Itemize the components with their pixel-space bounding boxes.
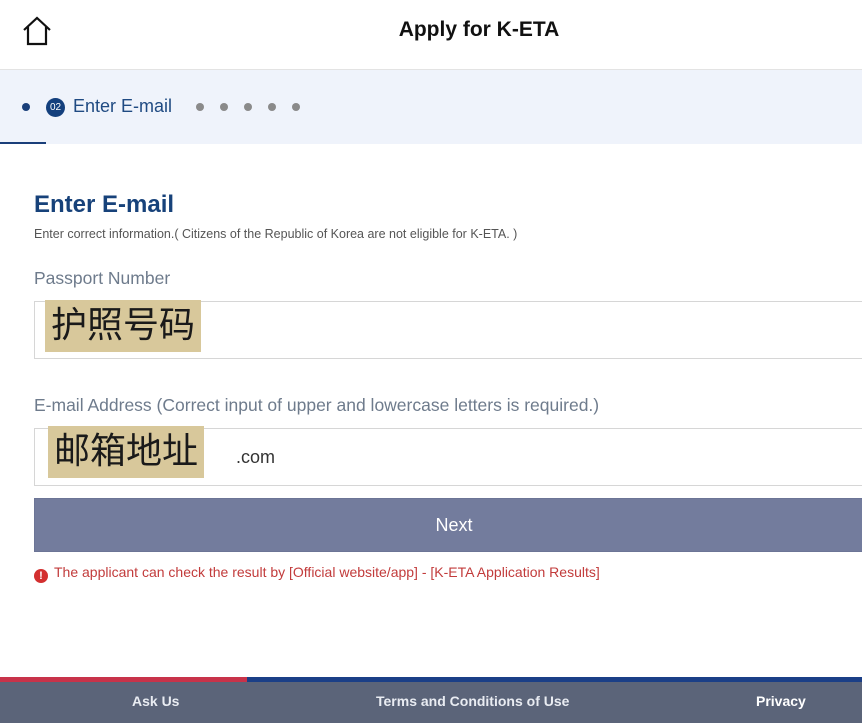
top-bar: Apply for K-ETA <box>0 0 862 70</box>
email-label: E-mail Address (Correct input of upper a… <box>34 395 600 415</box>
step-dot-7 <box>292 103 300 111</box>
passport-redacted-value: 护照号码 <box>45 300 202 352</box>
passport-label: Passport Number <box>34 268 171 288</box>
step-dot-5 <box>244 103 252 111</box>
footer-ask-us-link[interactable]: Ask Us <box>132 693 179 709</box>
form-subtitle: Enter correct information.( Citizens of … <box>34 227 518 241</box>
passport-number-input[interactable]: 护照号码 <box>34 300 862 359</box>
email-suffix: .com <box>236 447 276 467</box>
result-notice: ! The applicant can check the result by [… <box>34 564 600 583</box>
step-progress-line <box>0 142 46 144</box>
warning-icon: ! <box>34 569 48 583</box>
page-title: Apply for K-ETA <box>398 18 560 41</box>
step-label: Enter E-mail <box>73 96 173 116</box>
step-dot-3 <box>196 103 204 111</box>
notice-text: The applicant can check the result by [O… <box>54 564 600 580</box>
step-dot-1 <box>22 103 30 111</box>
footer-terms-link[interactable]: Terms and Conditions of Use <box>376 693 569 709</box>
footer-red-strip <box>0 677 247 682</box>
footer-privacy-link[interactable]: Privacy <box>756 693 806 709</box>
step-dot-6 <box>268 103 276 111</box>
step-number-badge: 02 <box>46 98 65 117</box>
email-address-input[interactable]: 邮箱地址 .com <box>34 426 862 486</box>
footer: Ask Us Terms and Conditions of Use Priva… <box>0 677 862 723</box>
form-heading: Enter E-mail <box>34 191 175 218</box>
footer-blue-strip <box>247 677 862 682</box>
step-dot-4 <box>220 103 228 111</box>
email-redacted-value: 邮箱地址 <box>48 426 205 478</box>
next-button[interactable]: Next <box>34 498 862 552</box>
